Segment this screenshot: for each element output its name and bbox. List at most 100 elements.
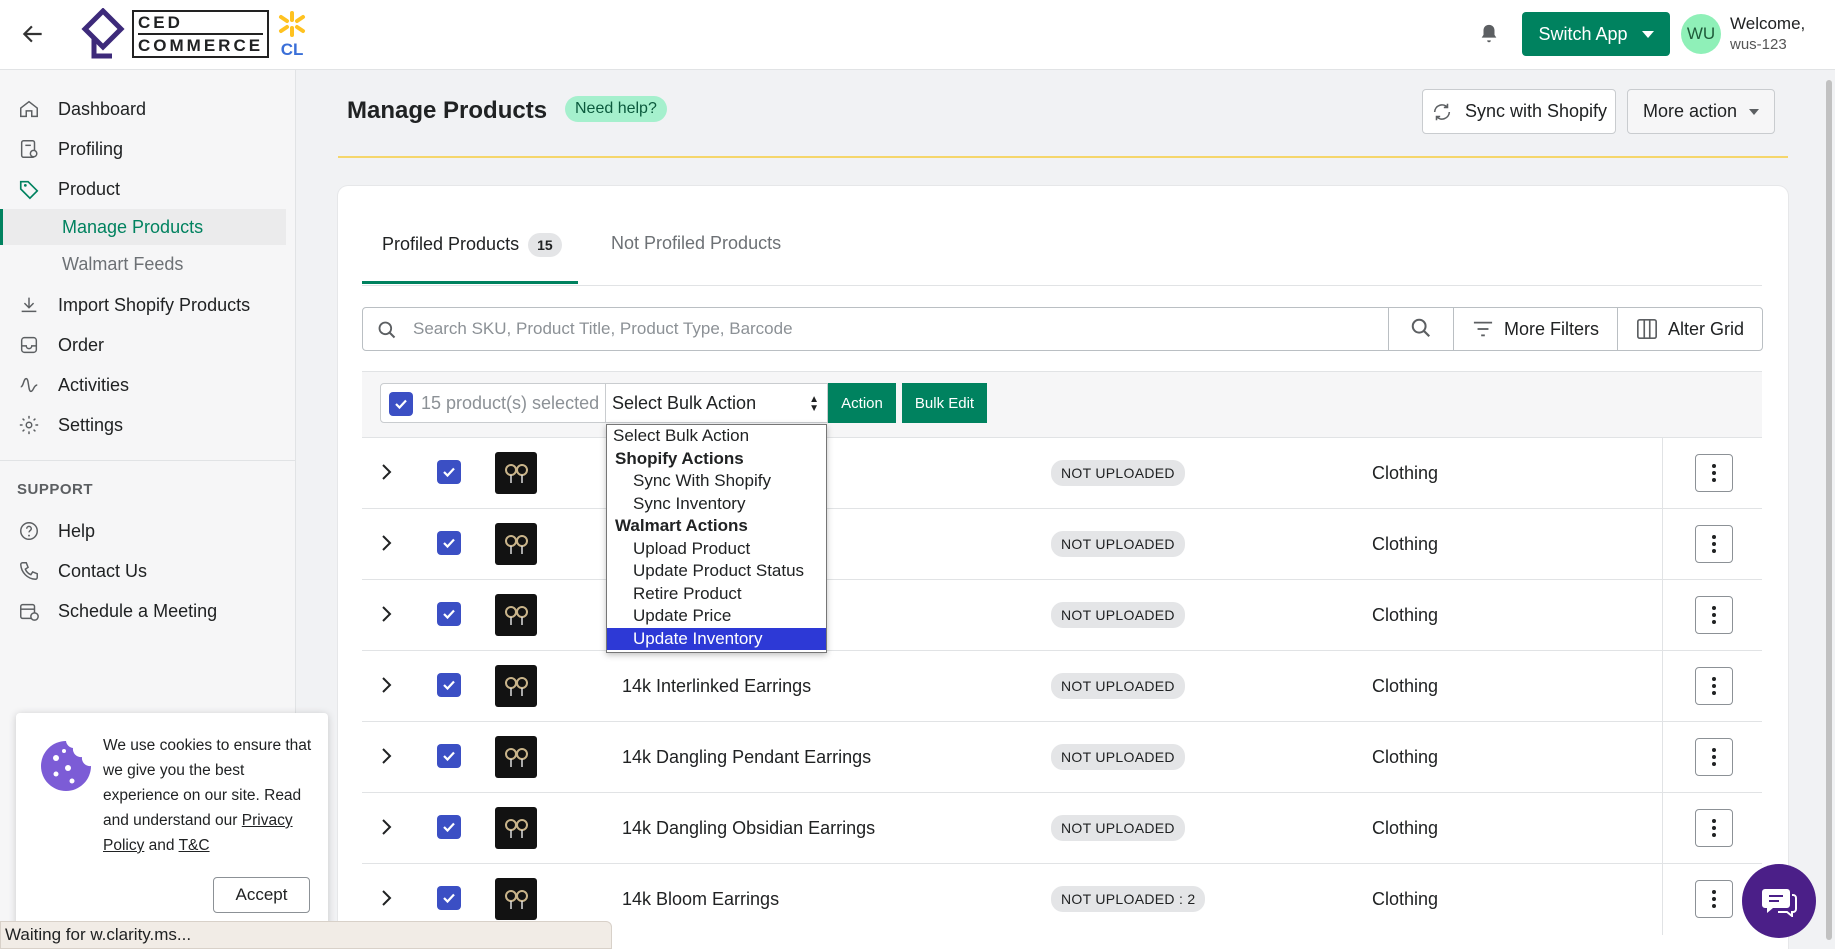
chat-launcher[interactable] — [1742, 864, 1816, 938]
product-thumbnail[interactable] — [495, 665, 537, 707]
action-button[interactable]: Action — [828, 383, 896, 423]
dropdown-option[interactable]: Retire Product — [607, 583, 826, 606]
sync-with-shopify-button[interactable]: Sync with Shopify — [1422, 89, 1616, 134]
search-button[interactable] — [1388, 307, 1454, 351]
chevron-right-icon[interactable] — [380, 604, 394, 624]
product-title[interactable]: 14k Dangling Pendant Earrings — [622, 747, 871, 768]
sidebar-item-activities[interactable]: Activities — [18, 374, 129, 396]
row-checkbox[interactable] — [437, 886, 461, 910]
chevron-right-icon[interactable] — [380, 817, 394, 837]
product-thumbnail[interactable] — [495, 523, 537, 565]
sidebar-item-schedule-meeting[interactable]: Schedule a Meeting — [18, 600, 217, 622]
sync-label: Sync with Shopify — [1464, 101, 1608, 121]
column-divider — [1662, 438, 1663, 509]
chevron-right-icon[interactable] — [380, 888, 394, 908]
chevron-right-icon[interactable] — [380, 533, 394, 553]
product-title[interactable]: 14k Bloom Earrings — [622, 889, 779, 910]
cookie-icon — [41, 741, 91, 791]
earring-image — [505, 606, 528, 625]
accept-cookies-button[interactable]: Accept — [213, 877, 310, 913]
dropdown-option[interactable]: Select Bulk Action — [607, 425, 826, 448]
cookie-banner: We use cookies to ensure that we give yo… — [16, 713, 328, 949]
terms-link[interactable]: T&C — [179, 837, 210, 854]
welcome-block[interactable]: Welcome, wus-123 — [1730, 14, 1805, 53]
username: wus-123 — [1730, 36, 1787, 53]
table-row[interactable]: NOT UPLOADED Clothing — [362, 508, 1762, 580]
product-thumbnail[interactable] — [495, 878, 537, 920]
sidebar-subitem-manage-products[interactable]: Manage Products — [62, 217, 203, 238]
check-icon — [443, 467, 455, 478]
bulk-edit-button[interactable]: Bulk Edit — [902, 383, 987, 423]
notification-bell[interactable] — [1478, 22, 1500, 51]
chevron-right-icon[interactable] — [380, 746, 394, 766]
product-title[interactable]: 14k Interlinked Earrings — [622, 676, 811, 697]
product-thumbnail[interactable] — [495, 736, 537, 778]
row-actions-button[interactable] — [1695, 454, 1733, 492]
dropdown-option[interactable]: Update Price — [607, 605, 826, 628]
back-button[interactable] — [18, 20, 48, 50]
row-actions-button[interactable] — [1695, 809, 1733, 847]
dot — [1712, 691, 1716, 695]
tab-profiled-products[interactable]: Profiled Products 15 — [382, 233, 562, 257]
sidebar-item-dashboard[interactable]: Dashboard — [18, 98, 146, 120]
product-thumbnail[interactable] — [495, 452, 537, 494]
sidebar-item-order[interactable]: Order — [18, 334, 104, 356]
sidebar-item-product[interactable]: Product — [18, 178, 120, 200]
sidebar-item-label: Dashboard — [58, 98, 147, 119]
sidebar-item-import-shopify-products[interactable]: Import Shopify Products — [18, 294, 250, 316]
select-all-checkbox[interactable] — [389, 392, 413, 416]
tag-icon — [19, 180, 39, 200]
row-checkbox[interactable] — [437, 531, 461, 555]
more-action-button[interactable]: More action — [1627, 89, 1775, 134]
sidebar-item-profiling[interactable]: Profiling — [18, 138, 123, 160]
sidebar-item-help[interactable]: Help — [18, 520, 95, 542]
calendar-icon — [20, 603, 39, 621]
product-title[interactable]: 14k Dangling Obsidian Earrings — [622, 818, 875, 839]
table-row[interactable]: NOT UPLOADED Clothing — [362, 437, 1762, 509]
table-row[interactable]: NOT UPLOADED Clothing — [362, 579, 1762, 651]
product-thumbnail[interactable] — [495, 807, 537, 849]
sidebar-item-label: Help — [58, 520, 96, 541]
need-help-button[interactable]: Need help? — [565, 96, 667, 122]
search-field — [362, 307, 1389, 351]
switch-app-button[interactable]: Switch App — [1522, 12, 1670, 56]
row-actions-button[interactable] — [1695, 738, 1733, 776]
sidebar-item-contact-us[interactable]: Contact Us — [18, 560, 147, 582]
dropdown-option[interactable]: Update Product Status — [607, 560, 826, 583]
row-checkbox[interactable] — [437, 744, 461, 768]
chevron-right-icon[interactable] — [380, 462, 394, 482]
row-checkbox[interactable] — [437, 815, 461, 839]
cedcommerce-logo[interactable]: CED COMMERCE CL — [80, 8, 307, 60]
table-row[interactable]: 14k Dangling Obsidian Earrings NOT UPLOAD… — [362, 792, 1762, 864]
alter-grid-button[interactable]: Alter Grid — [1617, 307, 1763, 351]
bulk-action-select[interactable]: Select Bulk Action ▲ ▼ — [605, 383, 828, 423]
active-tab-indicator — [362, 281, 578, 284]
dropdown-option[interactable]: Sync With Shopify — [607, 470, 826, 493]
column-divider — [1662, 580, 1663, 651]
dropdown-option-selected[interactable]: Update Inventory — [607, 627, 826, 650]
search-input[interactable] — [413, 308, 1373, 350]
row-checkbox[interactable] — [437, 602, 461, 626]
switch-app-label: Switch App — [1538, 23, 1628, 44]
row-actions-button[interactable] — [1695, 880, 1733, 918]
row-checkbox[interactable] — [437, 673, 461, 697]
dropdown-option[interactable]: Upload Product — [607, 538, 826, 561]
table-row[interactable]: 14k Dangling Pendant Earrings NOT UPLOADE… — [362, 721, 1762, 793]
table-row[interactable]: 14k Interlinked Earrings NOT UPLOADED Clot… — [362, 650, 1762, 722]
product-thumbnail[interactable] — [495, 594, 537, 636]
sidebar-item-label: Settings — [58, 414, 124, 435]
sidebar-item-settings[interactable]: Settings — [18, 414, 123, 436]
row-actions-button[interactable] — [1695, 667, 1733, 705]
more-filters-button[interactable]: More Filters — [1453, 307, 1618, 351]
chevron-right-icon[interactable] — [380, 675, 394, 695]
caret-down-icon — [1641, 30, 1654, 38]
dropdown-option[interactable]: Sync Inventory — [607, 493, 826, 516]
row-checkbox[interactable] — [437, 460, 461, 484]
avatar[interactable]: WU — [1681, 14, 1721, 54]
row-actions-button[interactable] — [1695, 525, 1733, 563]
status-badge: NOT UPLOADED — [1051, 815, 1185, 841]
row-actions-button[interactable] — [1695, 596, 1733, 634]
tab-not-profiled-products[interactable]: Not Profiled Products — [611, 233, 781, 254]
scrollbar-thumb[interactable] — [1826, 80, 1832, 940]
sidebar-subitem-walmart-feeds[interactable]: Walmart Feeds — [62, 254, 183, 275]
